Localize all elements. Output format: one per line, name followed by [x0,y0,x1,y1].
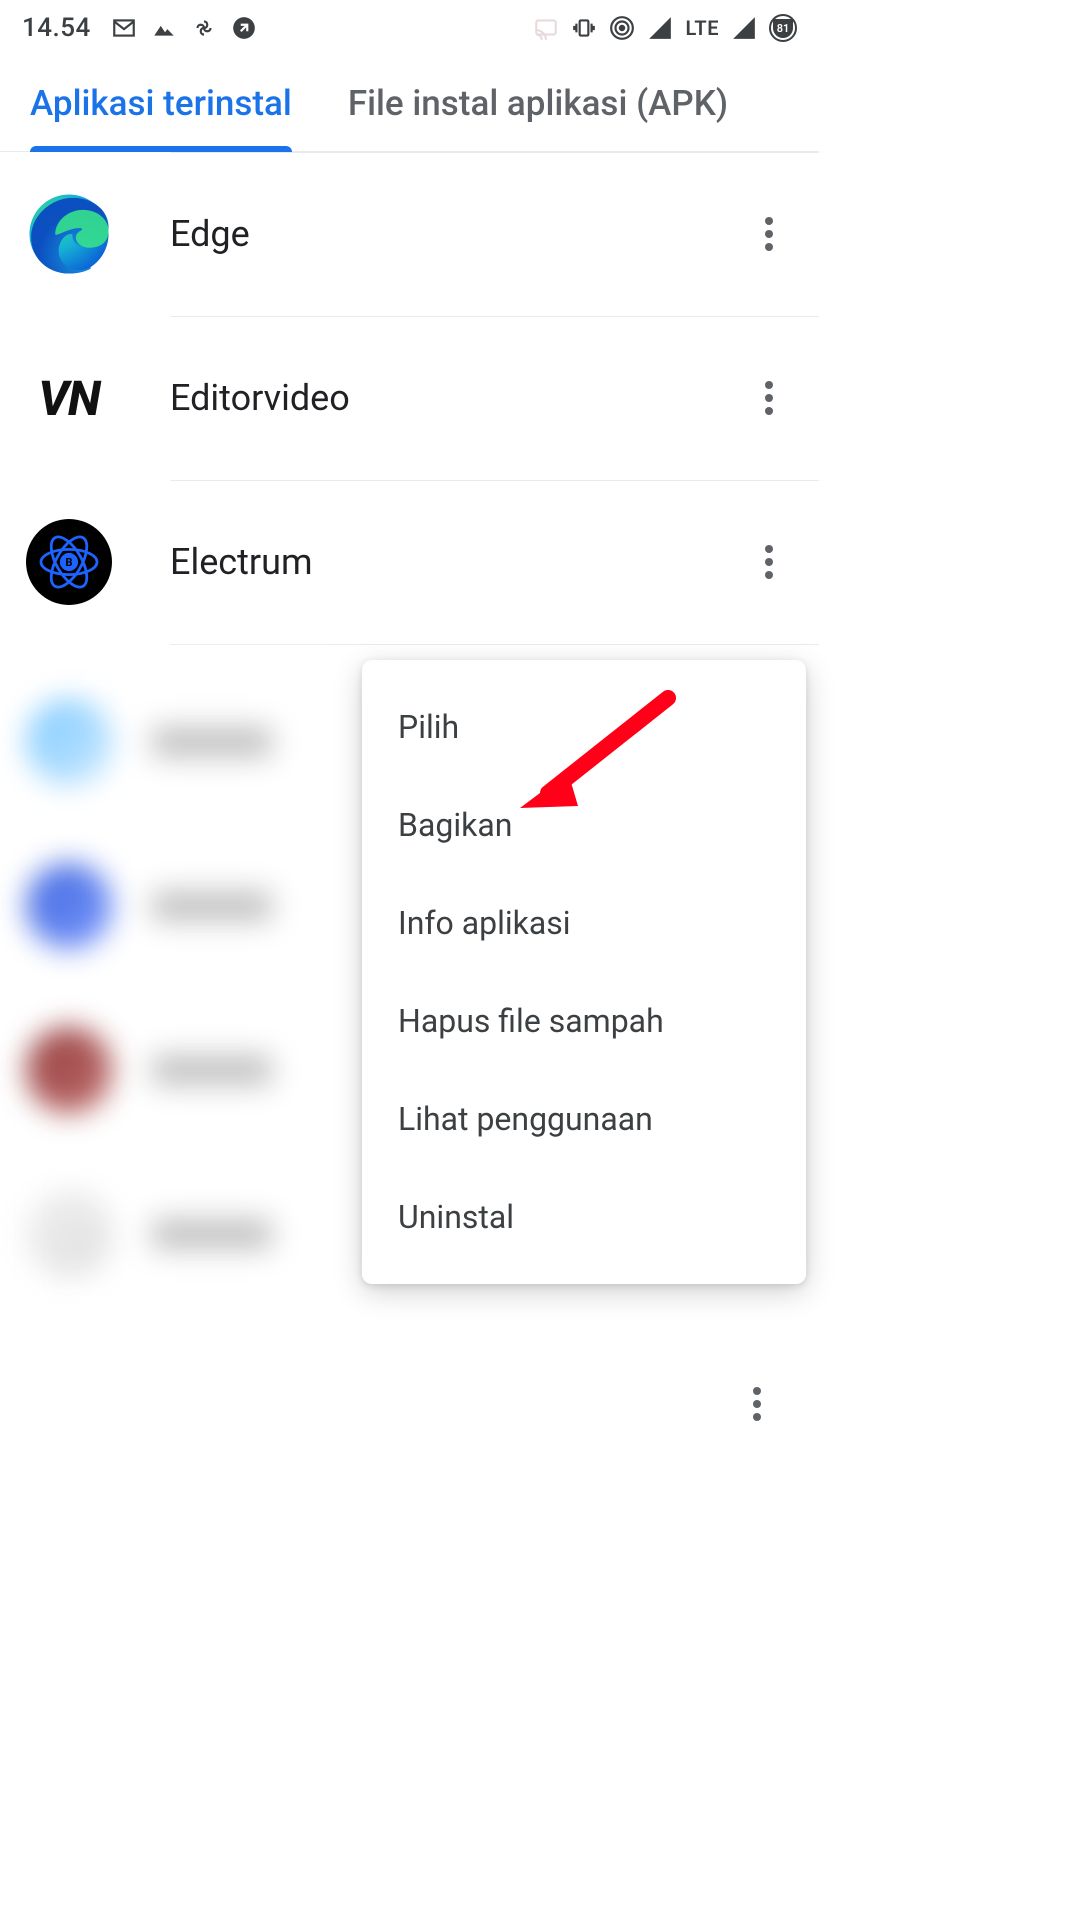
tab-apk-label: File instal aplikasi (APK) [348,83,728,124]
tab-bar: Aplikasi terinstal File instal aplikasi … [0,56,819,152]
context-menu: Pilih Bagikan Info aplikasi Hapus file s… [362,660,806,1284]
battery-icon: 81 [769,14,797,42]
menu-item-select[interactable]: Pilih [362,678,806,776]
signal-icon [647,15,673,41]
app-icon-electrum: B [26,519,112,605]
status-time: 14.54 [22,13,91,43]
menu-item-share[interactable]: Bagikan [362,776,806,874]
circle-arrow-icon [231,15,257,41]
battery-percent: 81 [777,22,790,35]
mail-icon [111,15,137,41]
tab-installed-label: Aplikasi terinstal [30,83,292,124]
hotspot-icon [609,15,635,41]
app-name: Editorvideo [170,377,747,419]
pinwheel-icon [191,15,217,41]
app-list: Edge VN Editorvideo [0,152,819,644]
list-item[interactable]: B Electrum [0,480,819,644]
status-bar: 14.54 [0,0,819,56]
list-item[interactable]: VN Editorvideo [0,316,819,480]
list-item[interactable]: Edge [0,152,819,316]
overflow-button[interactable] [747,540,791,584]
menu-item-appinfo[interactable]: Info aplikasi [362,874,806,972]
menu-item-usage[interactable]: Lihat penggunaan [362,1070,806,1168]
overflow-button[interactable] [735,1382,779,1426]
tab-installed[interactable]: Aplikasi terinstal [30,56,292,151]
vibrate-icon [571,15,597,41]
overflow-button[interactable] [747,212,791,256]
app-icon-vn: VN [26,355,112,441]
menu-item-cleanjunk[interactable]: Hapus file sampah [362,972,806,1070]
svg-text:B: B [65,556,72,569]
blurred-region [22,660,362,1316]
signal-icon-2 [731,15,757,41]
app-name: Edge [170,213,747,255]
cast-icon [533,15,559,41]
overflow-button[interactable] [747,376,791,420]
photos-icon [151,15,177,41]
tab-apk[interactable]: File instal aplikasi (APK) [348,56,728,151]
app-icon-edge [26,191,112,277]
lte-label: LTE [685,16,719,40]
menu-item-uninstall[interactable]: Uninstal [362,1168,806,1266]
app-name: Electrum [170,541,747,583]
